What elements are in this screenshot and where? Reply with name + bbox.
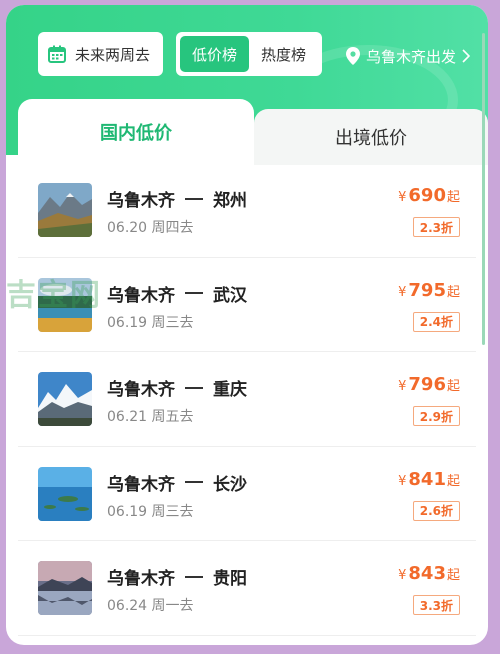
route: 乌鲁木齐 武汉 [107,281,247,306]
tab-popularity[interactable]: 热度榜 [249,36,318,72]
price-value: 796 [408,374,446,395]
price-value: 841 [408,468,446,490]
flight-list: 乌鲁木齐 郑州 06.20 周四去 ¥ 690 起 2.3折 乌鲁木齐 武汉 0… [6,163,488,636]
list-item[interactable]: 乌鲁木齐 贵阳 06.24 周一去 ¥ 843 起 3.3折 [18,541,476,636]
price-suffix: 起 [446,284,460,300]
list-item[interactable]: 乌鲁木齐 郑州 06.20 周四去 ¥ 690 起 2.3折 [18,163,476,258]
origin-city: 乌鲁木齐 [107,285,175,306]
currency-symbol: ¥ [398,190,407,205]
departure-date: 06.24 周一去 [107,598,194,614]
list-item[interactable]: 乌鲁木齐 长沙 06.19 周三去 ¥ 841 起 2.6折 [18,447,476,541]
destination-city: 郑州 [213,191,247,211]
departure-date: 06.19 周三去 [107,503,194,520]
destination-thumbnail [38,183,92,237]
price: ¥ 843 起 [398,563,460,584]
discount-badge: 2.4折 [412,311,460,332]
departure-date: 06.20 周四去 [107,220,194,236]
price: ¥ 690 起 [398,185,460,206]
price-suffix: 起 [446,473,460,489]
route: 乌鲁木齐 长沙 [107,470,247,495]
departure-date: 06.19 周三去 [107,314,194,331]
destination-thumbnail [38,372,92,426]
price-value: 843 [408,563,446,584]
route-arrow [185,481,203,483]
departure-selector[interactable]: 乌鲁木齐出发 [346,45,471,67]
rank-tabs: 低价榜 热度榜 [176,32,322,76]
price: ¥ 841 起 [398,469,460,490]
price-suffix: 起 [446,190,460,205]
list-item[interactable]: 乌鲁木齐 重庆 06.21 周五去 ¥ 796 起 2.9折 [18,352,476,447]
departure-label: 乌鲁木齐出发 [366,47,457,66]
route: 乌鲁木齐 贵阳 [107,564,247,589]
price-value: 690 [408,185,446,206]
destination-city: 贵阳 [213,569,247,589]
discount-badge: 2.9折 [412,406,460,426]
origin-city: 乌鲁木齐 [107,191,175,211]
departure-date: 06.21 周五去 [107,409,194,425]
route-arrow [185,292,203,294]
origin-city: 乌鲁木齐 [107,569,175,589]
scrollbar[interactable] [482,33,485,345]
currency-symbol: ¥ [398,568,407,583]
price-suffix: 起 [446,379,460,394]
route: 乌鲁木齐 重庆 [107,375,247,400]
price: ¥ 795 起 [398,280,460,301]
origin-city: 乌鲁木齐 [107,380,175,400]
route-arrow [185,197,203,200]
discount-badge: 3.3折 [412,595,460,615]
main-tabs: 出境低价 国内低价 [6,99,488,165]
location-pin-icon [346,47,360,65]
date-filter-button[interactable]: 未来两周去 [38,32,163,76]
currency-symbol: ¥ [398,284,407,300]
route-arrow [185,386,203,389]
route: 乌鲁木齐 郑州 [107,186,247,211]
tab-domestic[interactable]: 国内低价 [18,99,254,165]
currency-symbol: ¥ [398,379,407,394]
price-value: 795 [408,279,446,301]
chevron-right-icon [462,49,471,63]
discount-badge: 2.3折 [412,217,460,237]
tab-low-price[interactable]: 低价榜 [180,36,249,72]
route-arrow [185,575,203,578]
destination-thumbnail [38,466,92,521]
date-filter-label: 未来两周去 [75,45,151,64]
price: ¥ 796 起 [398,374,460,395]
origin-city: 乌鲁木齐 [107,474,175,495]
calendar-icon [48,45,66,63]
currency-symbol: ¥ [398,473,407,489]
watermark: 吉宝网 [6,278,102,313]
destination-city: 重庆 [213,380,247,400]
app-frame: 未来两周去 低价榜 热度榜 乌鲁木齐出发 出境低价 国内低价 乌鲁木齐 郑州 0… [6,5,488,645]
destination-thumbnail [38,561,92,615]
tab-international[interactable]: 出境低价 [254,109,488,165]
destination-city: 长沙 [213,474,247,495]
discount-badge: 2.6折 [412,500,460,521]
destination-city: 武汉 [213,285,247,306]
price-suffix: 起 [446,568,460,583]
